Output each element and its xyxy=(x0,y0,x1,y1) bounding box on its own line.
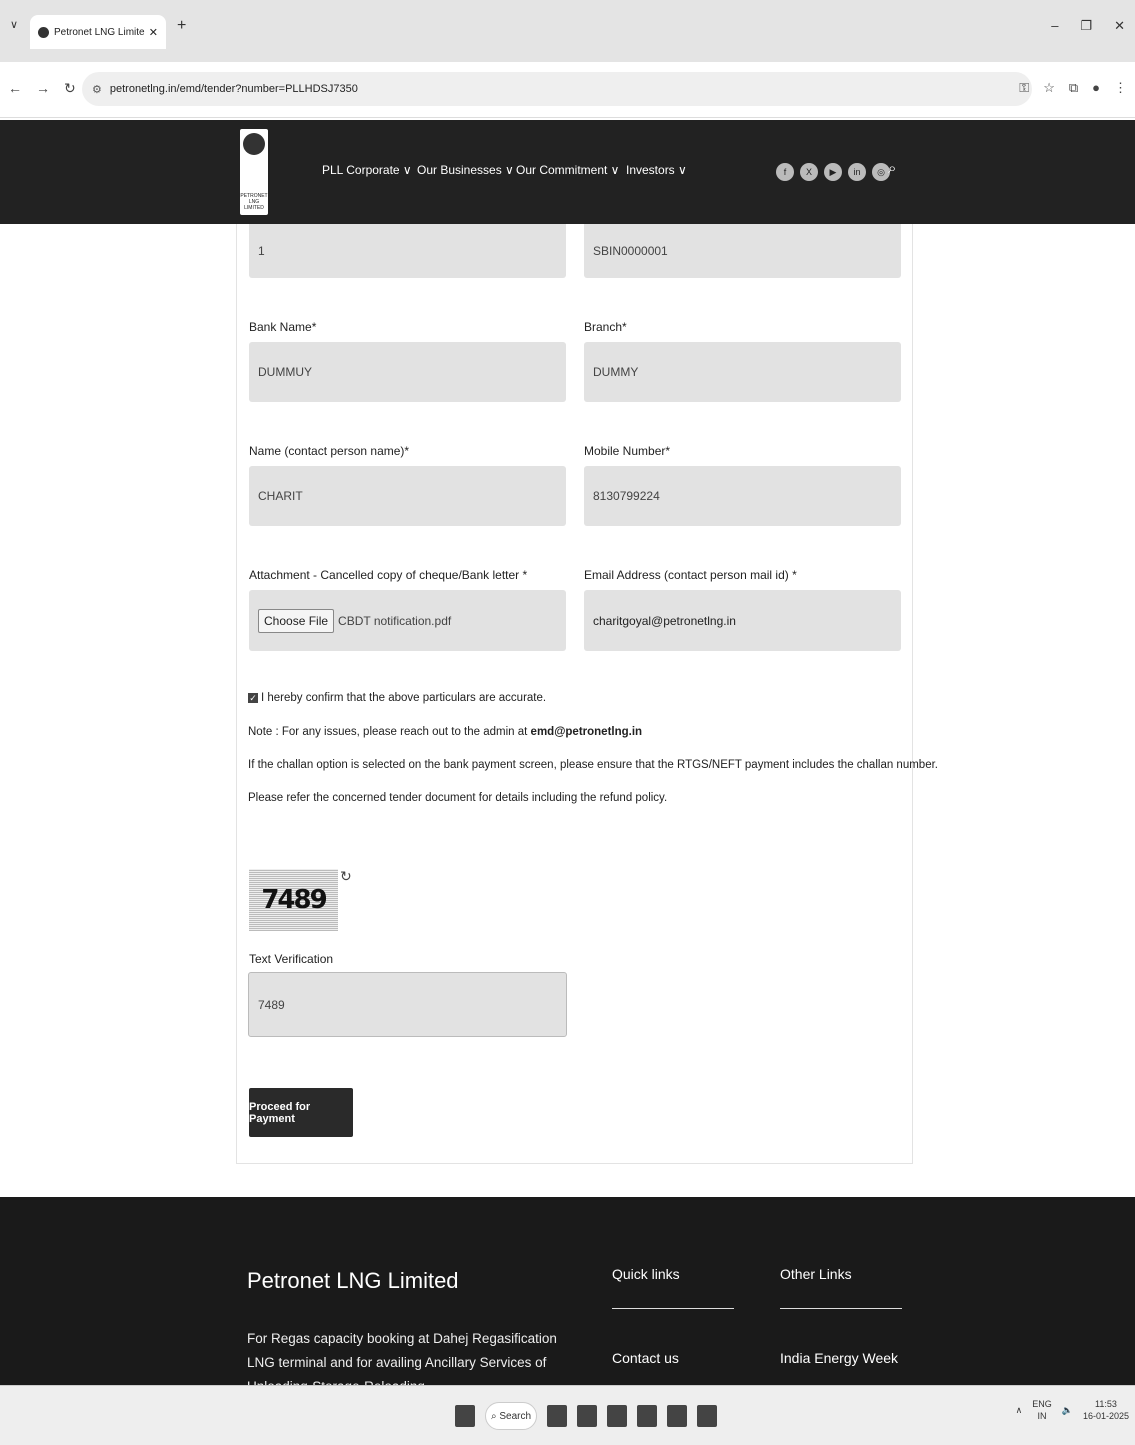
favicon-icon xyxy=(38,26,49,38)
close-tab-icon[interactable]: ✕ xyxy=(149,26,158,39)
network-volume-icon[interactable]: 🔈 xyxy=(1062,1405,1073,1416)
mail-icon[interactable] xyxy=(667,1405,687,1427)
mobile-field[interactable]: 8130799224 xyxy=(584,466,901,526)
email-field[interactable]: charitgoyal@petronetlng.in xyxy=(584,590,901,651)
linkedin-icon[interactable]: in xyxy=(848,163,866,181)
contact-name-label: Name (contact person name)* xyxy=(249,444,410,458)
branch-field[interactable]: DUMMY xyxy=(584,342,901,402)
proceed-payment-button[interactable]: Proceed for Payment xyxy=(249,1088,353,1137)
url-text: petronetlng.in/emd/tender?number=PLLHDSJ… xyxy=(109,83,358,95)
site-footer: Petronet LNG Limited For Regas capacity … xyxy=(0,1197,1135,1394)
attachment-label: Attachment - Cancelled copy of cheque/Ba… xyxy=(249,568,528,582)
india-energy-week-link[interactable]: India Energy Week xyxy=(780,1350,898,1366)
mobile-label: Mobile Number* xyxy=(584,444,671,458)
x-twitter-icon[interactable]: X xyxy=(800,163,818,181)
browser-tools: ⚿ ☆ ⧉ ● ⋮ xyxy=(1019,80,1127,96)
other-links-divider xyxy=(780,1308,902,1309)
youtube-icon[interactable]: ▶ xyxy=(824,163,842,181)
account-number-field[interactable]: 1 xyxy=(249,224,566,278)
clock[interactable]: 11:53 16-01-2025 xyxy=(1083,1398,1129,1422)
extensions-icon[interactable]: ⧉ xyxy=(1069,80,1078,96)
forward-icon[interactable]: → xyxy=(36,80,50,97)
footer-title: Petronet LNG Limited xyxy=(247,1268,459,1293)
menu-investors[interactable]: Investors ∨ xyxy=(626,163,687,177)
reload-icon[interactable]: ↻ xyxy=(64,80,76,97)
task-view-icon[interactable] xyxy=(547,1405,567,1427)
menu-our-commitment[interactable]: Our Commitment ∨ xyxy=(516,163,619,177)
menu-pll-corporate[interactable]: PLL Corporate ∨ xyxy=(322,163,412,177)
challan-note: If the challan option is selected on the… xyxy=(248,759,938,771)
password-key-icon[interactable]: ⚿ xyxy=(1019,80,1029,96)
email-label: Email Address (contact person mail id) * xyxy=(584,568,797,582)
contact-name-field[interactable]: CHARIT xyxy=(249,466,566,526)
new-tab-button[interactable]: + xyxy=(177,17,186,35)
bookmark-star-icon[interactable]: ☆ xyxy=(1043,80,1055,96)
admin-note: Note : For any issues, please reach out … xyxy=(248,726,643,738)
language-indicator[interactable]: ENG IN xyxy=(1032,1398,1052,1422)
back-icon[interactable]: ← xyxy=(8,80,22,97)
bank-name-label: Bank Name* xyxy=(249,320,317,334)
taskbar-apps: ⌕ Search xyxy=(455,1402,717,1430)
text-verification-field[interactable]: 7489 xyxy=(248,972,567,1037)
confirm-checkbox[interactable]: ✓ xyxy=(248,692,258,703)
quick-links-divider xyxy=(612,1308,734,1309)
tab-list-chevron-icon[interactable]: ∨ xyxy=(10,18,18,31)
file-name: CBDT notification.pdf xyxy=(338,613,452,628)
attachment-field: Choose File CBDT notification.pdf xyxy=(249,590,566,651)
chrome-icon[interactable] xyxy=(607,1405,627,1427)
system-tray: ∧ ENG IN 🔈 11:53 16-01-2025 xyxy=(1016,1398,1129,1422)
other-links-heading: Other Links xyxy=(780,1266,852,1282)
text-verification-label: Text Verification xyxy=(249,952,334,966)
menu-our-businesses[interactable]: Our Businesses ∨ xyxy=(417,163,514,177)
start-icon[interactable] xyxy=(455,1405,475,1427)
admin-email-link[interactable]: emd@petronetlng.in xyxy=(531,726,643,738)
refund-note: Please refer the concerned tender docume… xyxy=(248,792,668,804)
bank-name-field[interactable]: DUMMUY xyxy=(249,342,566,402)
choose-file-button[interactable]: Choose File xyxy=(258,608,335,633)
tray-chevron-icon[interactable]: ∧ xyxy=(1016,1405,1023,1416)
browser-tab-bar: ∨ Petronet LNG Limited : EMD/Te ✕ + – ❐ … xyxy=(0,0,1135,62)
address-bar[interactable]: ⚙ petronetlng.in/emd/tender?number=PLLHD… xyxy=(82,72,1032,106)
more-menu-icon[interactable]: ⋮ xyxy=(1114,80,1127,96)
site-info-icon[interactable]: ⚙ xyxy=(92,83,102,96)
browser-toolbar: ← → ↻ ⚙ petronetlng.in/emd/tender?number… xyxy=(0,62,1135,118)
restore-icon[interactable]: ❐ xyxy=(1080,18,1092,34)
window-controls: – ❐ ✕ xyxy=(1051,18,1125,34)
captcha-image: 7489 xyxy=(249,869,338,931)
confirm-text: I hereby confirm that the above particul… xyxy=(261,692,547,704)
profile-icon[interactable]: ● xyxy=(1092,80,1100,96)
close-window-icon[interactable]: ✕ xyxy=(1114,18,1125,34)
quick-links-heading: Quick links xyxy=(612,1266,680,1282)
main-menu: PLL Corporate ∨ Our Businesses ∨ Our Com… xyxy=(0,163,1135,183)
contact-us-link[interactable]: Contact us xyxy=(612,1350,679,1366)
outlook-icon[interactable] xyxy=(637,1405,657,1427)
file-explorer-icon[interactable] xyxy=(577,1405,597,1427)
confirm-row: ✓ I hereby confirm that the above particu… xyxy=(248,692,546,704)
facebook-icon[interactable]: f xyxy=(776,163,794,181)
branch-label: Branch* xyxy=(584,320,627,334)
search-icon[interactable]: ⌕ xyxy=(888,160,896,177)
teams-icon[interactable] xyxy=(697,1405,717,1427)
tab-title: Petronet LNG Limited : EMD/Te xyxy=(54,26,145,38)
captcha-refresh-icon[interactable]: ↻ xyxy=(340,868,352,885)
browser-tab[interactable]: Petronet LNG Limited : EMD/Te ✕ xyxy=(30,15,166,49)
taskbar-search[interactable]: ⌕ Search xyxy=(485,1402,537,1430)
nav-buttons: ← → ↻ xyxy=(8,80,76,97)
minimize-icon[interactable]: – xyxy=(1051,18,1058,34)
ifsc-field[interactable]: SBIN0000001 xyxy=(584,224,901,278)
os-taskbar: ⌕ Search ∧ ENG IN 🔈 11:53 16-01-2025 xyxy=(0,1385,1135,1445)
social-links: f X ▶ in ◎ xyxy=(776,163,890,181)
